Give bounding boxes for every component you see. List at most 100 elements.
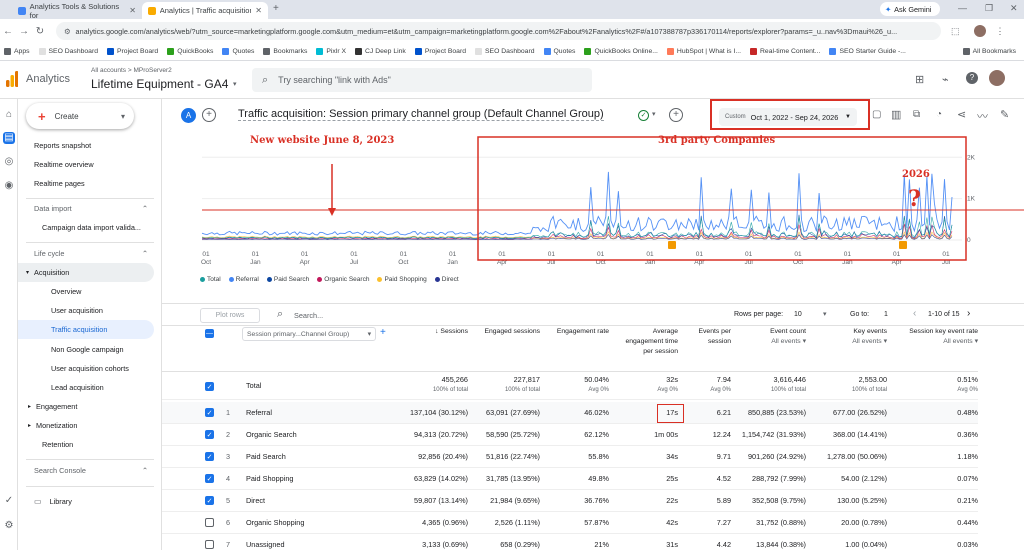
- row-checkbox[interactable]: [205, 540, 214, 549]
- maximize-icon[interactable]: ❐: [985, 3, 993, 14]
- bookmark-item[interactable]: QuickBooks: [167, 48, 213, 55]
- nav-item-traffic-acquisition[interactable]: Traffic acquisition: [18, 320, 154, 339]
- search-box[interactable]: ⌕ Try searching "link with Ads": [252, 68, 592, 92]
- table-row[interactable]: 6 Organic Shopping 4,365 (0.96%) 2,526 (1.1…: [162, 512, 978, 534]
- column-event-filter[interactable]: All events ▾: [811, 337, 887, 347]
- nav-item-realtime-overview[interactable]: Realtime overview: [18, 155, 161, 174]
- home-icon[interactable]: ⌂: [3, 109, 15, 121]
- chevron-down-icon[interactable]: ▾: [233, 80, 237, 88]
- close-window-icon[interactable]: ✕: [1010, 3, 1018, 14]
- row-checkbox[interactable]: ✓: [205, 474, 214, 483]
- close-icon[interactable]: ✕: [129, 6, 136, 15]
- column-header[interactable]: Event count All events ▾: [734, 327, 806, 347]
- bookmark-item[interactable]: Bookmarks: [263, 48, 307, 55]
- reports-icon[interactable]: ▤: [3, 132, 15, 144]
- nav-item-engagement[interactable]: ▸ Engagement: [18, 397, 161, 416]
- legend-item[interactable]: Total: [200, 276, 221, 283]
- table-row[interactable]: ✓ 3 Paid Search 92,856 (20.4%) 51,816 (22.74…: [162, 446, 978, 468]
- close-icon[interactable]: ✕: [255, 6, 262, 15]
- bookmark-item[interactable]: Project Board: [414, 48, 466, 55]
- advertising-icon[interactable]: ◉: [3, 180, 15, 192]
- nav-item-reports-snapshot[interactable]: Reports snapshot: [18, 136, 161, 155]
- bookmark-item[interactable]: HubSpot | What is I...: [666, 48, 741, 55]
- legend-item[interactable]: Paid Search: [266, 276, 309, 283]
- channel-name[interactable]: Organic Shopping: [246, 512, 304, 534]
- nav-section-search-console[interactable]: Search Console ⌃: [18, 461, 161, 480]
- table-row[interactable]: ✓ 5 Direct 59,807 (13.14%) 21,984 (9.65%) 36.…: [162, 490, 978, 512]
- prev-page-icon[interactable]: ‹: [913, 308, 916, 319]
- add-comparison-icon[interactable]: +: [202, 108, 216, 122]
- menu-icon[interactable]: ⋮: [996, 26, 1005, 37]
- column-header[interactable]: Engagement rate: [547, 327, 609, 337]
- legend-item[interactable]: Organic Search: [317, 276, 369, 283]
- legend-item[interactable]: Referral: [228, 276, 259, 283]
- add-dimension-icon[interactable]: +: [380, 327, 386, 338]
- bookmark-item[interactable]: SEO Dashboard: [475, 48, 535, 55]
- row-checkbox[interactable]: ✓: [205, 408, 214, 417]
- explore-icon[interactable]: ◎: [3, 156, 15, 168]
- select-all-checkbox[interactable]: —: [205, 329, 214, 338]
- goto-input[interactable]: 1: [884, 311, 888, 318]
- channel-name[interactable]: Direct: [246, 490, 265, 512]
- apps-grid-icon[interactable]: ⊞: [915, 73, 924, 86]
- browser-tab-active[interactable]: Analytics | Traffic acquisition: Se ✕: [142, 2, 268, 19]
- row-checkbox[interactable]: ✓: [205, 452, 214, 461]
- row-checkbox[interactable]: ✓: [205, 382, 214, 391]
- bookmark-item[interactable]: Pixlr X: [316, 48, 346, 55]
- dimension-selector[interactable]: Session primary...Channel Group) ▾: [242, 327, 376, 341]
- profile-avatar[interactable]: [973, 25, 986, 37]
- annotations-icon[interactable]: ▢: [872, 109, 881, 120]
- column-header[interactable]: Session key event rate All events ▾: [908, 327, 978, 347]
- nav-item-user-acquisition[interactable]: User acquisition: [18, 301, 161, 320]
- legend-item[interactable]: Direct: [434, 276, 459, 283]
- insights-icon[interactable]: ⌁: [942, 73, 949, 86]
- legend-item[interactable]: Paid Shopping: [377, 276, 427, 283]
- row-checkbox[interactable]: [205, 518, 214, 527]
- help-icon[interactable]: ?: [966, 72, 978, 84]
- column-header[interactable]: Engaged sessions: [470, 327, 540, 337]
- create-button[interactable]: + Create ▾: [26, 103, 134, 129]
- channel-name[interactable]: Paid Shopping: [246, 468, 293, 490]
- share-icon[interactable]: ⋖: [957, 108, 966, 121]
- column-event-filter[interactable]: All events ▾: [908, 337, 978, 347]
- report-title[interactable]: Traffic acquisition: Session primary cha…: [238, 108, 604, 121]
- table-row[interactable]: 7 Unassigned 3,133 (0.69%) 658 (0.29%) 21% 31…: [162, 534, 978, 550]
- column-header[interactable]: ↓ Sessions: [393, 327, 468, 337]
- table-row[interactable]: ✓ 1 Referral 137,104 (30.12%) 63,091 (27.69%…: [162, 402, 978, 424]
- column-header[interactable]: Average engagement time per session: [616, 327, 678, 357]
- nav-item-library[interactable]: ▭ Library: [18, 492, 161, 511]
- minimize-icon[interactable]: —: [958, 3, 967, 13]
- channel-name[interactable]: Unassigned: [246, 534, 285, 550]
- nav-item-non-google-campaign[interactable]: Non Google campaign: [18, 340, 161, 359]
- bookmark-item[interactable]: Quotes: [222, 48, 254, 55]
- new-tab-icon[interactable]: +: [273, 3, 279, 14]
- row-checkbox[interactable]: ✓: [205, 430, 214, 439]
- nav-section-lifecycle[interactable]: Life cycle ⌃: [18, 244, 161, 263]
- bookmark-item[interactable]: Project Board: [107, 48, 158, 55]
- browser-tab[interactable]: Analytics Tools & Solutions for ✕: [12, 2, 142, 20]
- nav-section-data-import[interactable]: Data import ⌃: [18, 199, 161, 218]
- nav-item-user-acquisition-cohorts[interactable]: User acquisition cohorts: [18, 359, 161, 378]
- column-header[interactable]: Events per session: [686, 327, 732, 347]
- trend-icon[interactable]: 〰: [977, 108, 988, 124]
- table-search-input[interactable]: Search...: [294, 311, 323, 320]
- property-selector[interactable]: Lifetime Equipment - GA4: [91, 77, 228, 91]
- nav-item-realtime-pages[interactable]: Realtime pages: [18, 174, 161, 193]
- chevron-down-icon[interactable]: ▾: [652, 110, 656, 118]
- extensions-icon[interactable]: ⬚: [951, 26, 960, 37]
- column-event-filter[interactable]: All events ▾: [734, 337, 806, 347]
- settings-gear-icon[interactable]: ⚙: [3, 520, 15, 532]
- insights-chart-icon[interactable]: ◔: [936, 109, 942, 120]
- nav-item-campaign-data-import[interactable]: Campaign data import valida...: [18, 218, 161, 237]
- account-avatar[interactable]: [989, 70, 1005, 86]
- nav-item-overview[interactable]: Overview: [18, 282, 161, 301]
- bookmark-item[interactable]: Quotes: [543, 48, 575, 55]
- bookmark-item[interactable]: Apps: [4, 48, 30, 55]
- channel-name[interactable]: Organic Search: [246, 424, 297, 446]
- table-row[interactable]: ✓ 2 Organic Search 94,313 (20.72%) 58,590 (2…: [162, 424, 978, 446]
- plot-rows-button[interactable]: Plot rows: [200, 308, 260, 323]
- bookmark-item[interactable]: SEO Dashboard: [38, 48, 98, 55]
- url-field[interactable]: ⚙ analytics.google.com/analytics/web/?ut…: [56, 22, 941, 40]
- reload-icon[interactable]: ↻: [32, 26, 48, 37]
- forward-icon[interactable]: →: [16, 26, 32, 37]
